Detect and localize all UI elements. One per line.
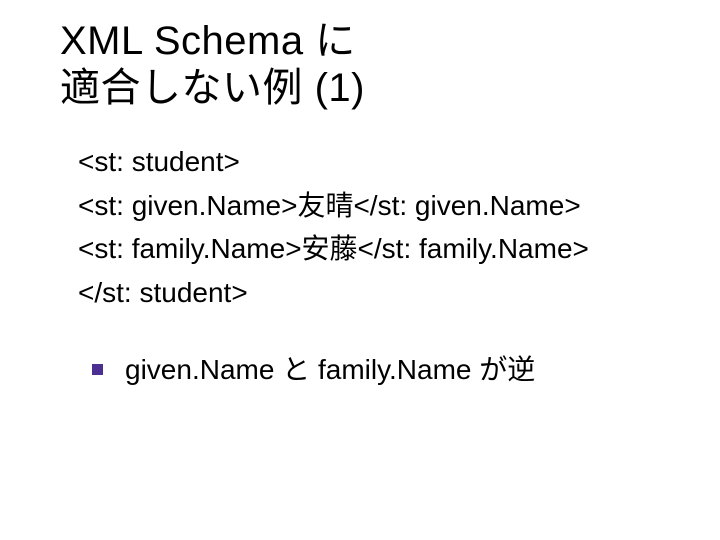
bullet-item: given.Name と family.Name が逆 (92, 350, 680, 389)
xml-line-2: <st: given.Name>友晴</st: given.Name> (78, 184, 680, 227)
title-line-1: XML Schema に (60, 19, 356, 63)
slide-body: <st: student> <st: given.Name>友晴</st: gi… (78, 140, 680, 389)
square-bullet-icon (92, 364, 103, 375)
xml-line-4: </st: student> (78, 271, 680, 314)
slide-title: XML Schema に 適合しない例 (1) (60, 18, 680, 112)
xml-line-1: <st: student> (78, 140, 680, 183)
slide: XML Schema に 適合しない例 (1) <st: student> <s… (0, 0, 720, 540)
xml-line-3: <st: family.Name>安藤</st: family.Name> (78, 227, 680, 270)
bullet-text: given.Name と family.Name が逆 (125, 350, 535, 389)
title-line-2: 適合しない例 (1) (60, 66, 365, 110)
